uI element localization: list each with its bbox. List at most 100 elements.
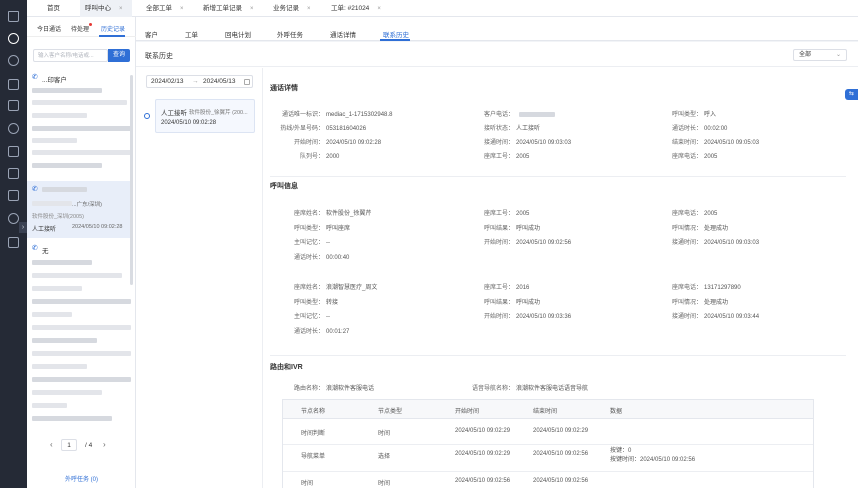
tab-today-calls[interactable]: 今日通话 — [37, 24, 61, 33]
redacted-text — [32, 260, 92, 265]
call-item[interactable]: ✆ 无 — [27, 240, 133, 430]
field: 呼叫类型： 呼叫座席 — [293, 225, 351, 232]
table-cell: 2024/05/10 09:02:56 — [455, 478, 511, 484]
calendar-icon[interactable] — [8, 190, 19, 201]
field: 客户电话： — [470, 109, 556, 118]
tab-all-tickets[interactable]: 全部工单 × — [142, 0, 188, 17]
tab-business-records[interactable]: 业务记录 × — [269, 0, 315, 17]
call-item-title: ...印客户 — [42, 77, 67, 84]
home-icon[interactable] — [8, 11, 19, 22]
call-item-type: 人工接听 — [32, 227, 57, 233]
tab-ticket[interactable]: 工单 — [185, 29, 198, 39]
outbound-task-link[interactable]: 外呼任务 (0) — [27, 474, 136, 483]
unread-dot — [89, 23, 93, 26]
document-icon[interactable] — [8, 100, 19, 111]
settings-icon[interactable] — [8, 213, 19, 224]
close-icon[interactable]: × — [119, 6, 123, 12]
record-agent: 软件股份_徐翼芹 (200... — [189, 109, 248, 116]
date-range-picker[interactable]: 2024/02/13 → 2024/05/13 — [146, 75, 253, 88]
tab-new-ticket[interactable]: 新增工单记录 × — [199, 0, 258, 17]
page-input[interactable]: 1 — [61, 439, 77, 451]
side-panel-toggle[interactable]: ⇆ — [845, 89, 858, 100]
field: 接通时间： 2024/05/10 09:03:03 — [483, 140, 572, 146]
column-header: 开始时间 — [455, 409, 480, 415]
field: 开始时间： 2024/05/10 09:02:56 — [483, 240, 572, 246]
phone-icon: ✆ — [32, 186, 38, 193]
redacted-text — [32, 138, 77, 143]
tab-customer[interactable]: 客户 — [145, 29, 158, 39]
tab-contact-history[interactable]: 联系历史 — [383, 29, 409, 39]
tab-history[interactable]: 历史记录 — [101, 24, 125, 33]
chevron-right-icon[interactable]: › — [103, 440, 106, 449]
redacted-text — [32, 150, 131, 155]
close-icon[interactable]: × — [250, 6, 254, 12]
close-icon[interactable]: × — [180, 6, 184, 12]
customer-search-input[interactable] — [33, 49, 108, 62]
top-tab-bar: 首页 呼叫中心 × 全部工单 × 新增工单记录 × 业务记录 × 工单: #21024 × — [27, 0, 858, 17]
redacted-text — [32, 286, 82, 291]
redacted-text — [32, 113, 87, 118]
redacted-text — [32, 403, 67, 408]
record-time: 2024/05/10 09:02:28 — [161, 120, 217, 126]
file-icon[interactable] — [8, 168, 19, 179]
field: 座席姓名： 软件股份_徐翼芹 — [293, 211, 372, 217]
tab-home[interactable]: 首页 — [43, 0, 64, 17]
report-icon[interactable] — [8, 237, 19, 248]
close-icon[interactable]: × — [377, 6, 381, 12]
filter-select[interactable]: 全部 ⌄ — [793, 49, 847, 61]
field: 通话时长： 00:02:00 — [671, 126, 728, 132]
tab-call-detail[interactable]: 通话详情 — [330, 29, 356, 39]
detail-tabs: 客户 工单 回电计划 外呼任务 通话详情 联系历史 — [136, 27, 858, 41]
column-header: 结束时间 — [533, 409, 558, 415]
tab-outbound-task[interactable]: 外呼任务 — [277, 29, 303, 39]
redacted-text — [32, 163, 102, 168]
field: 开始时间： 2024/05/10 09:02:28 — [293, 140, 382, 146]
nav-name: 语音导航名称： 浪潮软件客服电话语音导航 — [472, 386, 589, 392]
table-cell: 2024/05/10 09:02:29 — [533, 428, 589, 434]
tab-underline — [380, 39, 410, 41]
column-header: 数据 — [610, 409, 623, 415]
redacted-text — [32, 325, 131, 330]
redacted-text — [32, 338, 97, 343]
field: 座席工号： 2005 — [483, 154, 530, 160]
range-arrow-icon: → — [192, 78, 199, 85]
nav-rail: › — [0, 0, 27, 488]
call-item[interactable]: ✆ ...印客户 — [27, 69, 133, 179]
call-info-title: 呼叫信息 — [270, 183, 298, 190]
field: 呼叫结果： 呼叫成功 — [483, 299, 541, 306]
table-cell: 时间 — [378, 431, 391, 437]
redacted-text — [32, 299, 131, 304]
edit-icon[interactable] — [8, 146, 19, 157]
chevron-left-icon[interactable]: ‹ — [50, 440, 53, 449]
field: 座席电话： 2005 — [671, 211, 718, 217]
call-item-title: 无 — [42, 248, 49, 255]
phone-icon: ✆ — [32, 245, 38, 252]
close-icon[interactable]: × — [307, 6, 311, 12]
list-scrollbar[interactable] — [130, 75, 133, 285]
phone-icon[interactable] — [8, 33, 19, 44]
pagination: ‹ 1 / 4 › — [27, 437, 136, 455]
call-item-selected[interactable]: ✆ ...广东/深圳) 软件股份_深圳(2005) 人工接听 2024/05/1… — [27, 181, 133, 238]
redacted-text — [32, 100, 127, 105]
redacted-text — [32, 351, 131, 356]
mail-icon[interactable] — [8, 79, 19, 90]
search-button[interactable]: 查询 — [108, 49, 130, 62]
tab-callback-plan[interactable]: 回电计划 — [225, 29, 251, 39]
ivr-table: 节点名称 节点类型 开始时间 结束时间 数据 时间判断 时间 2024/05/10 09:02… — [282, 399, 814, 488]
tab-call-center[interactable]: 呼叫中心 × — [80, 0, 132, 17]
field: 座席电话： 2005 — [671, 154, 718, 160]
column-header: 节点名称 — [301, 409, 326, 415]
tab-pending[interactable]: 待处理 — [71, 23, 93, 33]
ivr-title: 路由和IVR — [270, 364, 303, 371]
phone-icon: ✆ — [32, 74, 38, 81]
field: 呼叫情况： 处理成功 — [671, 299, 729, 306]
chat-icon[interactable] — [8, 55, 19, 66]
field: 接通时间： 2024/05/10 09:03:44 — [671, 314, 760, 320]
history-record[interactable]: 人工接听 软件股份_徐翼芹 (200... 2024/05/10 09:02:2… — [155, 99, 255, 133]
call-list-tabs: 今日通话 待处理 历史记录 — [27, 17, 136, 37]
users-icon[interactable] — [8, 123, 19, 134]
collapse-icon[interactable]: › — [19, 222, 27, 233]
field: 呼叫类型： 呼入 — [671, 112, 717, 118]
field: 座席工号： 2016 — [483, 285, 530, 291]
tab-ticket-21024[interactable]: 工单: #21024 × — [327, 0, 385, 17]
